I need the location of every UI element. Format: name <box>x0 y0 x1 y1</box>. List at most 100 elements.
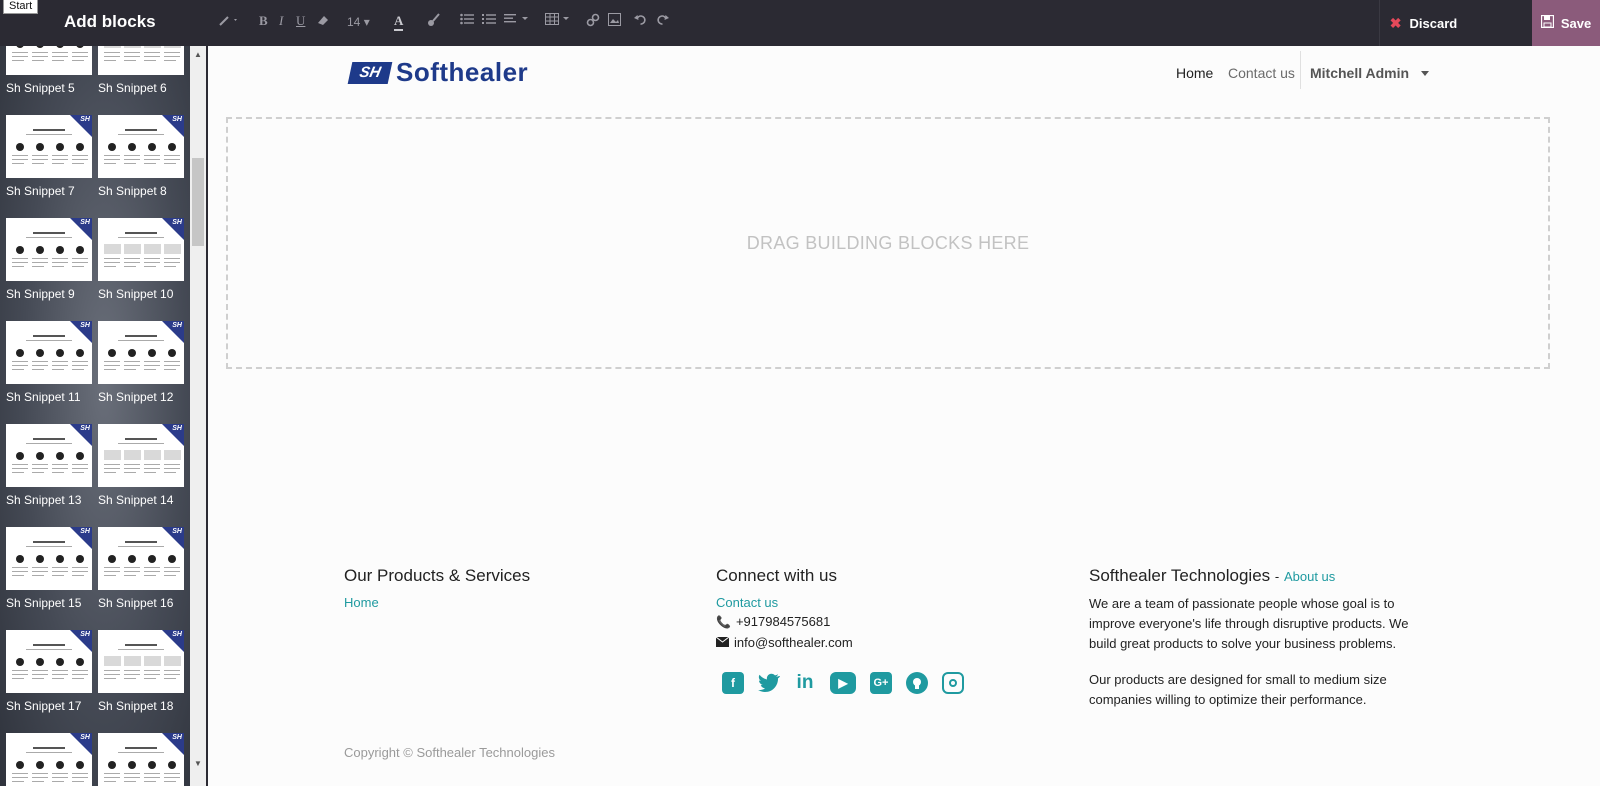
snippet-label: Sh Snippet 6 <box>98 81 167 95</box>
snippet-label: Sh Snippet 10 <box>98 287 174 301</box>
user-menu-dropdown[interactable]: Mitchell Admin <box>1310 65 1430 81</box>
google-plus-icon[interactable]: G+ <box>870 672 892 694</box>
italic-icon[interactable]: I <box>279 13 283 29</box>
drop-zone-text: DRAG BUILDING BLOCKS HERE <box>746 232 1030 253</box>
eraser-icon[interactable] <box>316 13 330 27</box>
snippet-block[interactable]: SH Sh Snippet 8 <box>98 115 184 198</box>
snippet-label: Sh Snippet 11 <box>6 390 81 404</box>
email-address[interactable]: info@softhealer.com <box>734 633 853 653</box>
paint-brush-icon[interactable] <box>427 13 441 27</box>
youtube-icon[interactable]: ▶ <box>830 672 856 694</box>
snippet-thumbnail: SH <box>98 527 184 590</box>
instagram-icon[interactable] <box>942 672 964 694</box>
snippet-thumbnail: SH <box>98 630 184 693</box>
snippet-block[interactable]: SH Sh Snippet 14 <box>98 424 184 507</box>
phone-icon: 📞 <box>716 615 731 629</box>
redo-icon[interactable] <box>656 13 669 26</box>
softhealer-logo[interactable]: SH Softhealer <box>347 57 529 88</box>
snippet-block[interactable]: SH Sh Snippet 10 <box>98 218 184 301</box>
github-icon[interactable] <box>906 672 928 694</box>
snippet-label: Sh Snippet 16 <box>98 596 174 610</box>
footer-about-paragraph-2: Our products are designed for small to m… <box>1089 672 1387 707</box>
snippet-block[interactable]: SH <box>98 733 184 786</box>
snippet-thumbnail: SH <box>6 321 92 384</box>
drop-zone[interactable]: DRAG BUILDING BLOCKS HERE <box>226 117 1550 369</box>
snippet-thumbnail: SH <box>6 424 92 487</box>
undo-icon[interactable] <box>634 13 647 26</box>
floppy-disk-icon <box>1540 14 1554 31</box>
phone-number: +917984575681 <box>735 614 831 629</box>
snippet-thumbnail: SH <box>6 527 92 590</box>
link-icon[interactable] <box>586 13 600 27</box>
snippet-block[interactable]: SH Sh Snippet 13 <box>6 424 92 507</box>
snippet-thumbnail: SH <box>6 630 92 693</box>
font-size-value: 14 <box>347 15 361 29</box>
text-color-icon[interactable]: A <box>394 13 404 31</box>
start-tooltip: Start <box>3 0 39 14</box>
snippet-block[interactable]: SH Sh Snippet 5 <box>6 46 92 95</box>
snippet-block[interactable]: SH Sh Snippet 16 <box>98 527 184 610</box>
align-dropdown-icon[interactable] <box>504 13 532 25</box>
snippet-block[interactable]: SH Sh Snippet 6 <box>98 46 184 95</box>
snippet-thumbnail: SH <box>98 218 184 281</box>
logo-text: Softhealer <box>396 57 529 87</box>
font-size-dropdown[interactable]: 14 ▾ <box>347 14 370 30</box>
nav-contact-link[interactable]: Contact us <box>1228 65 1295 81</box>
user-name: Mitchell Admin <box>1310 65 1410 81</box>
caret-down-icon <box>1421 70 1430 76</box>
snippet-thumbnail: SH <box>98 321 184 384</box>
snippet-block[interactable]: SH Sh Snippet 12 <box>98 321 184 404</box>
snippet-label: Sh Snippet 12 <box>98 390 174 404</box>
snippet-label: Sh Snippet 13 <box>6 493 82 507</box>
website-preview: SH Softhealer Home Contact us Mitchell A… <box>208 46 1600 786</box>
bold-icon[interactable]: B <box>259 13 268 29</box>
snippet-label: Sh Snippet 18 <box>98 699 174 713</box>
snippet-block[interactable]: SH Sh Snippet 7 <box>6 115 92 198</box>
logo-mark: SH <box>347 61 393 84</box>
linkedin-icon[interactable]: in <box>794 672 816 694</box>
snippet-thumbnail: SH <box>6 733 92 786</box>
numbered-list-icon[interactable] <box>482 13 496 25</box>
snippet-label: Sh Snippet 7 <box>6 184 75 198</box>
scroll-down-arrow-icon[interactable]: ▼ <box>190 758 206 770</box>
twitter-icon[interactable] <box>758 672 780 694</box>
snippet-thumbnail: SH <box>98 46 184 75</box>
footer-connect-title: Connect with us <box>716 566 837 585</box>
scroll-up-arrow-icon[interactable]: ▲ <box>190 49 206 61</box>
footer-products-title: Our Products & Services <box>344 566 531 585</box>
sidebar-scrollbar[interactable] <box>190 46 206 786</box>
image-icon[interactable] <box>608 13 621 26</box>
footer-phone: 📞 +917984575681 <box>716 612 830 632</box>
table-dropdown-icon[interactable] <box>545 13 573 25</box>
social-icons: f in ▶ G+ <box>722 672 964 694</box>
company-name: Softhealer Technologies <box>1089 566 1271 585</box>
snippet-label: Sh Snippet 5 <box>6 81 75 95</box>
bullet-list-icon[interactable] <box>460 13 474 25</box>
save-button[interactable]: Save <box>1532 0 1600 46</box>
nav-home-link[interactable]: Home <box>1176 65 1213 81</box>
footer-about-paragraph-1: We are a team of passionate people whose… <box>1089 596 1409 651</box>
snippet-thumbnail: SH <box>6 115 92 178</box>
snippet-block[interactable]: SH <box>6 733 92 786</box>
snippet-label: Sh Snippet 15 <box>6 596 82 610</box>
underline-icon[interactable]: U <box>296 13 305 29</box>
add-blocks-title: Add blocks <box>64 12 156 31</box>
snippet-block[interactable]: SH Sh Snippet 9 <box>6 218 92 301</box>
discard-button[interactable]: ✖ Discard <box>1379 0 1467 46</box>
snippet-block[interactable]: SH Sh Snippet 15 <box>6 527 92 610</box>
footer-home-link[interactable]: Home <box>344 595 379 610</box>
magic-wand-icon[interactable] <box>218 13 242 27</box>
about-us-link[interactable]: About us <box>1284 569 1335 584</box>
save-label: Save <box>1560 15 1592 31</box>
scrollbar-thumb[interactable] <box>192 158 204 246</box>
footer-company-title: Softhealer Technologies - About us <box>1089 566 1335 586</box>
facebook-icon[interactable]: f <box>722 672 744 694</box>
snippet-label: Sh Snippet 9 <box>6 287 75 301</box>
nav-divider <box>1300 51 1301 89</box>
snippet-block[interactable]: SH Sh Snippet 11 <box>6 321 92 404</box>
copyright-text: Copyright © Softhealer Technologies <box>344 745 555 760</box>
snippet-block[interactable]: SH Sh Snippet 18 <box>98 630 184 713</box>
snippet-block[interactable]: SH Sh Snippet 17 <box>6 630 92 713</box>
footer-contact-link[interactable]: Contact us <box>716 595 778 610</box>
envelope-icon <box>715 633 730 653</box>
